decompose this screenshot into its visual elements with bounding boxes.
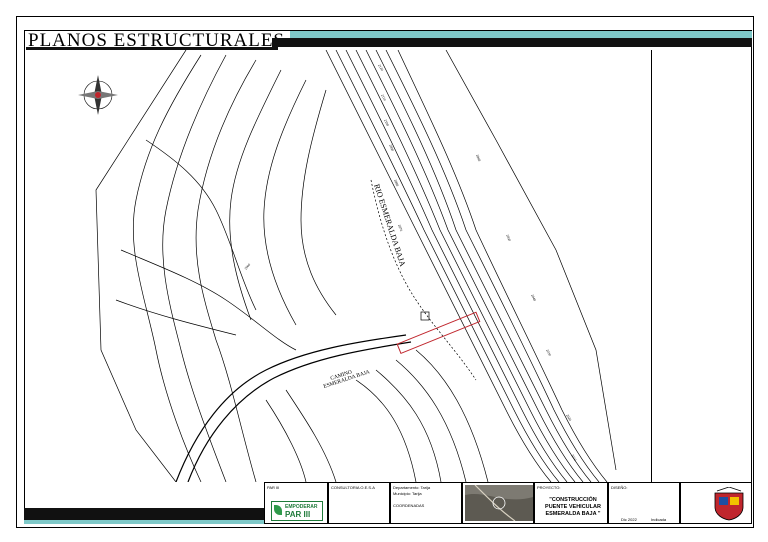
client-label: PAR III [267, 485, 280, 490]
project-label: PROYECTO: [537, 485, 561, 490]
title-block-consultant: CONSULTORIA O.E.S.A [328, 482, 390, 524]
contour-label: 2060 [475, 154, 481, 162]
road-edge-1 [175, 334, 407, 483]
notes-panel [651, 50, 752, 482]
contour-label: 2070 [397, 224, 403, 232]
title-block-location: Departamento: Tarija Municipio: Tarija C… [390, 482, 462, 524]
coordinates-label: COORDENADAS [393, 503, 425, 508]
contour-label: 2040 [530, 294, 537, 302]
title-block-design: DISEÑO: Dic 2022 Indicada [608, 482, 680, 524]
title-block-crest [680, 482, 752, 524]
title-band-black [272, 38, 752, 47]
topographic-map: RIO ESMERALDA BAJA CAMINO ESMERALDA BAJA 21… [26, 49, 651, 483]
scale-value: Indicada [651, 517, 667, 522]
logo-text-2: PAR III [285, 510, 311, 519]
project-name: "CONSTRUCCIÓN PUENTE VEHICULAR ESMERALDA… [545, 497, 601, 517]
terrain-boundary-right [445, 49, 617, 471]
contour-label: 2090 [388, 144, 395, 152]
department-label: Departamento: Tarija [393, 485, 431, 490]
municipal-crest-icon [714, 487, 744, 521]
design-label: DISEÑO: [611, 485, 628, 490]
contour-label: 2000 [244, 263, 252, 271]
contour-label: 2050 [505, 234, 512, 242]
contour-label: 2100 [383, 119, 390, 127]
contour-drawing: RIO ESMERALDA BAJACAMINOESMERALDA BAJA21… [78, 49, 617, 483]
aerial-photo [465, 485, 533, 521]
contour-label: 2010 [570, 453, 577, 461]
consultant-label: CONSULTORIA O.E.S.A [331, 485, 375, 490]
title-block-aerial [462, 482, 534, 524]
terrain-boundary-left [95, 49, 187, 483]
par-logo: EMPODERAR PAR III [271, 501, 323, 521]
date-value: Dic 2022 [621, 517, 637, 522]
contour-label: 2030 [545, 349, 552, 357]
north-arrow-icon [78, 75, 118, 115]
title-block-logo: PAR III EMPODERAR PAR III [264, 482, 328, 524]
title-block-project: PROYECTO: "CONSTRUCCIÓN PUENTE VEHICULAR… [534, 482, 608, 524]
title-band-teal [290, 31, 752, 38]
footer-band-teal [24, 520, 264, 524]
leaf-icon [274, 505, 282, 515]
municipality-label: Municipio: Tarija [393, 491, 422, 496]
footer-band-black [24, 508, 264, 520]
